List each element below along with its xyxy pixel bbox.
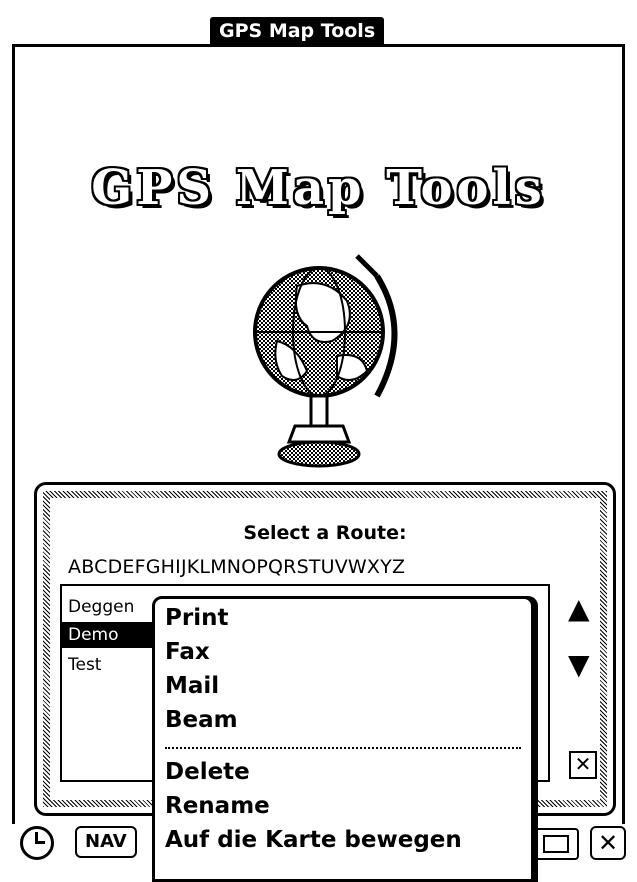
menu-item-fax[interactable]: Fax bbox=[165, 635, 210, 669]
alphabet-index[interactable]: ABCDEFGHIJKLMNOPQRSTUVWXYZ bbox=[68, 556, 628, 578]
menu-item-beam[interactable]: Beam bbox=[165, 703, 238, 737]
list-item[interactable]: Test bbox=[68, 652, 101, 678]
frame-top bbox=[12, 44, 625, 47]
menu-item-rename[interactable]: Rename bbox=[165, 789, 270, 823]
mail-icon[interactable] bbox=[533, 828, 579, 860]
menu-item-delete[interactable]: Delete bbox=[165, 755, 250, 789]
clock-icon[interactable] bbox=[20, 826, 54, 860]
close-icon[interactable]: ✕ bbox=[590, 826, 626, 860]
dialog-close-icon[interactable]: ✕ bbox=[569, 751, 597, 779]
globe-icon bbox=[253, 254, 398, 468]
app-title-tab[interactable]: GPS Map Tools bbox=[210, 17, 385, 45]
nav-button[interactable]: NAV bbox=[75, 826, 137, 858]
menu-item-mail[interactable]: Mail bbox=[165, 669, 219, 703]
scroll-down-arrow-icon[interactable]: ▼ bbox=[568, 648, 590, 681]
title-bar: GPS Map Tools bbox=[0, 0, 637, 45]
scroll-up-arrow-icon[interactable]: ▲ bbox=[568, 592, 590, 625]
menu-separator bbox=[165, 747, 521, 749]
dialog-title: Select a Route: bbox=[243, 522, 407, 544]
logo-text: GPS Map Tools bbox=[91, 160, 546, 216]
menu-item-print[interactable]: Print bbox=[165, 601, 228, 635]
list-item[interactable]: Deggen bbox=[68, 594, 134, 620]
